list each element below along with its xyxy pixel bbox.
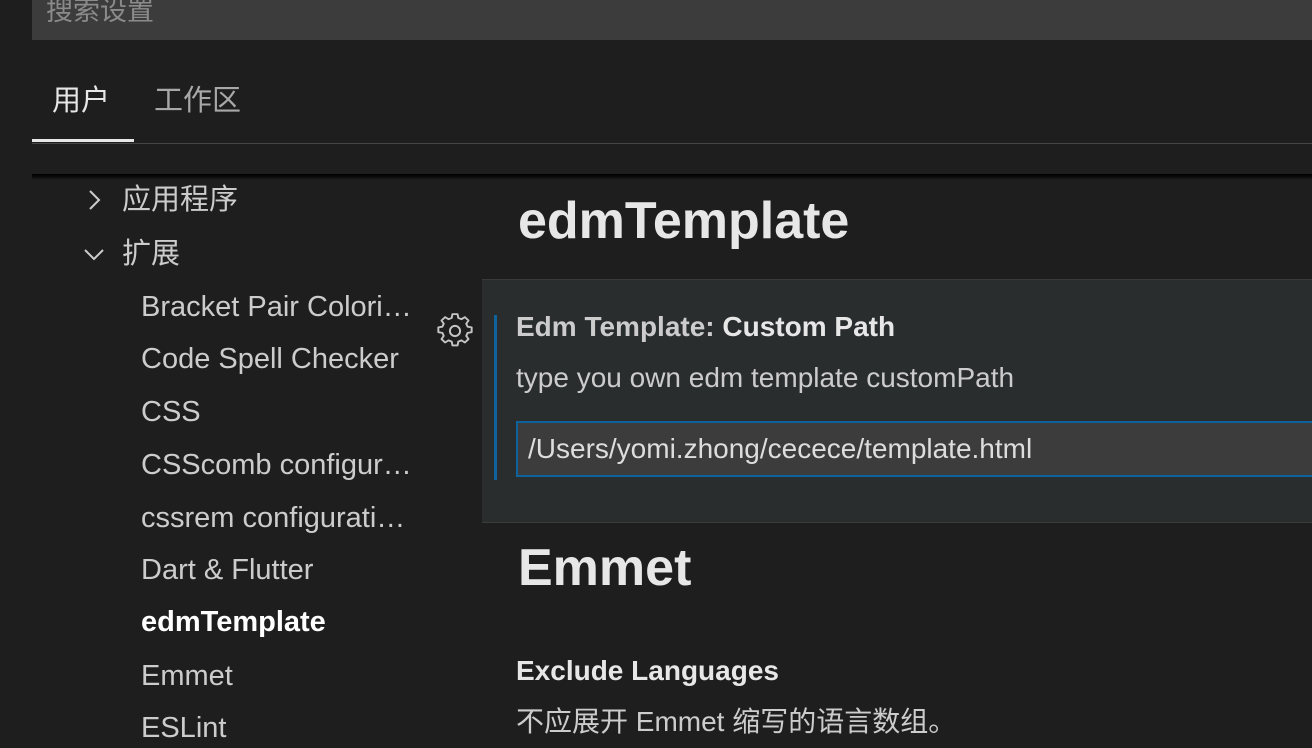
settings-toc: 应用程序 扩展 Bracket Pair Colori… Code Spell … — [32, 180, 482, 748]
settings-editor: 搜索设置 用户 工作区 应用程序 扩展 Bracket Pair Colori…… — [0, 0, 1312, 748]
section-title-emmet: Emmet — [518, 539, 692, 597]
settings-scope-tabs: 用户 工作区 — [32, 76, 1312, 144]
focus-indicator — [494, 315, 497, 480]
toc-item-eslint[interactable]: ESLint — [141, 711, 226, 745]
setting-item-custom-path: Edm Template: Custom Path type you own e… — [482, 279, 1312, 523]
toc-group-extensions[interactable]: 扩展 — [122, 237, 180, 271]
setting-name-exclude-languages: Exclude Languages — [516, 655, 779, 686]
tab-user[interactable]: 用户 — [52, 84, 110, 118]
active-tab-indicator — [32, 139, 134, 142]
chevron-right-icon[interactable] — [82, 188, 106, 212]
setting-label: Edm Template: Custom Path — [516, 310, 895, 344]
toc-item-emmet[interactable]: Emmet — [141, 659, 233, 693]
gear-icon[interactable] — [437, 313, 473, 349]
setting-description: type you own edm template customPath — [516, 362, 1015, 393]
toc-item-code-spell-checker[interactable]: Code Spell Checker — [141, 342, 399, 376]
section-title-edmtemplate: edmTemplate — [518, 192, 850, 250]
tab-workspace[interactable]: 工作区 — [154, 84, 241, 118]
setting-description-exclude-languages: 不应展开 Emmet 缩写的语言数组。 — [516, 706, 957, 737]
settings-content: edmTemplate Edm Template: Custom Path ty… — [482, 180, 1312, 748]
toc-item-csscomb[interactable]: CSScomb configur… — [141, 448, 412, 482]
toc-item-css[interactable]: CSS — [141, 395, 201, 429]
chevron-down-icon[interactable] — [82, 242, 106, 266]
search-settings-input[interactable]: 搜索设置 — [32, 0, 1312, 40]
toc-item-bracket-pair-colorizer[interactable]: Bracket Pair Colori… — [141, 290, 412, 324]
search-placeholder: 搜索设置 — [46, 0, 154, 26]
setting-category: Edm Template: — [516, 311, 723, 342]
tabs-divider — [32, 143, 1312, 144]
toc-item-edmtemplate[interactable]: edmTemplate — [141, 605, 326, 639]
custom-path-input[interactable] — [516, 421, 1312, 477]
toc-item-cssrem[interactable]: cssrem configurati… — [141, 501, 405, 535]
setting-name: Custom Path — [722, 311, 896, 342]
toc-item-dart-flutter[interactable]: Dart & Flutter — [141, 553, 313, 587]
toc-group-application[interactable]: 应用程序 — [122, 183, 238, 217]
